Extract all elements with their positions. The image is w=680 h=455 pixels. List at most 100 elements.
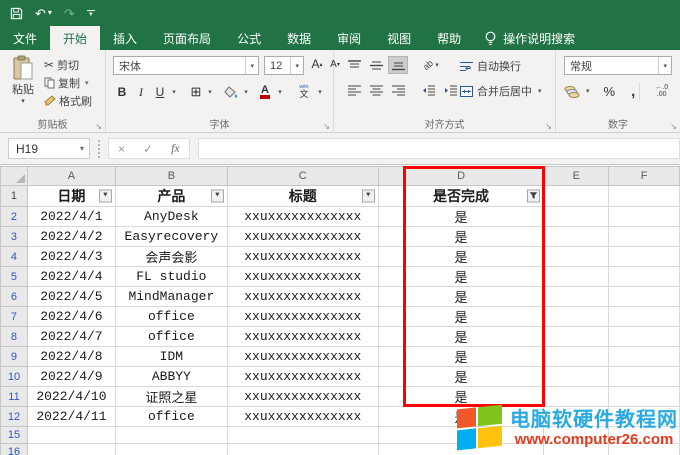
save-icon[interactable] — [10, 7, 23, 20]
font-size-combo[interactable]: 12 ▾ — [264, 56, 304, 75]
enter-button[interactable]: ✓ — [134, 142, 162, 156]
align-middle-button[interactable] — [366, 56, 386, 74]
italic-button[interactable]: I — [133, 82, 149, 102]
select-all-button[interactable] — [1, 167, 28, 186]
cell-empty[interactable] — [609, 267, 680, 287]
tab-视图[interactable]: 视图 — [374, 26, 424, 50]
phonetic-guide-button[interactable]: wén文 — [294, 82, 314, 102]
align-left-button[interactable] — [344, 81, 364, 99]
tab-审阅[interactable]: 审阅 — [324, 26, 374, 50]
cell-empty[interactable] — [609, 387, 680, 407]
cell-date[interactable]: 2022/4/6 — [27, 307, 115, 327]
cell-empty[interactable] — [609, 186, 680, 207]
cell-title[interactable]: xxuxxxxxxxxxxxx — [227, 267, 378, 287]
number-format-dropdown-icon[interactable]: ▾ — [658, 57, 671, 74]
merge-center-dropdown-icon[interactable]: ▾ — [538, 87, 542, 95]
cell-date[interactable]: 2022/4/1 — [27, 207, 115, 227]
cell-empty[interactable] — [544, 327, 609, 347]
cell-product[interactable]: 会声会影 — [115, 247, 227, 267]
accounting-format-button[interactable] — [564, 85, 580, 98]
cell-title[interactable]: xxuxxxxxxxxxxxx — [227, 387, 378, 407]
cell-empty[interactable] — [544, 347, 609, 367]
cell-product[interactable]: FL studio — [115, 267, 227, 287]
cell-empty[interactable] — [609, 307, 680, 327]
decrease-indent-button[interactable] — [418, 81, 438, 99]
undo-dropdown-icon[interactable]: ▾ — [48, 9, 52, 17]
row-number[interactable]: 10 — [1, 367, 28, 387]
align-top-button[interactable] — [344, 56, 364, 74]
cell-empty[interactable] — [544, 387, 609, 407]
row-number[interactable]: 12 — [1, 407, 28, 427]
font-color-dropdown-icon[interactable]: ▾ — [274, 82, 284, 102]
orientation-dropdown-icon[interactable]: ▾ — [435, 61, 439, 69]
cell-empty[interactable] — [115, 427, 227, 444]
underline-button[interactable]: U — [152, 82, 168, 102]
undo-button[interactable]: ↶▾ — [35, 7, 52, 20]
header-cell-title[interactable]: 标题 ▼ — [227, 186, 378, 207]
cell-empty[interactable] — [609, 207, 680, 227]
header-cell-product[interactable]: 产品 ▼ — [115, 186, 227, 207]
cell-title[interactable]: xxuxxxxxxxxxxxx — [227, 347, 378, 367]
cell-empty[interactable] — [115, 444, 227, 455]
filter-dropdown-product[interactable]: ▼ — [211, 190, 224, 203]
cell-empty[interactable] — [609, 327, 680, 347]
column-header-b[interactable]: B — [115, 167, 227, 186]
column-header-c[interactable]: C — [227, 167, 378, 186]
paste-button[interactable]: 粘贴 ▾ — [6, 55, 40, 105]
increase-indent-button[interactable] — [440, 81, 460, 99]
row-number[interactable]: 6 — [1, 287, 28, 307]
cell-empty[interactable] — [227, 427, 378, 444]
clipboard-dialog-launcher[interactable]: ↘ — [95, 122, 102, 131]
cell-product[interactable]: office — [115, 327, 227, 347]
copy-dropdown-icon[interactable]: ▾ — [85, 79, 89, 87]
tab-数据[interactable]: 数据 — [274, 26, 324, 50]
paste-dropdown-icon[interactable]: ▾ — [6, 97, 40, 105]
header-cell-date[interactable]: 日期 ▼ — [27, 186, 115, 207]
row-number[interactable]: 16 — [1, 444, 28, 455]
fill-color-button[interactable] — [222, 82, 240, 102]
font-name-combo[interactable]: 宋体 ▾ — [113, 56, 259, 75]
increase-decimal-button[interactable]: ←.0.00 — [655, 84, 668, 98]
alignment-dialog-launcher[interactable]: ↘ — [545, 122, 552, 131]
cell-product[interactable]: ABBYY — [115, 367, 227, 387]
wrap-text-button[interactable]: 自动换行 — [460, 58, 521, 74]
column-header-e[interactable]: E — [544, 167, 609, 186]
cell-empty[interactable] — [544, 186, 609, 207]
cell-empty[interactable] — [227, 444, 378, 455]
cancel-button[interactable]: × — [109, 142, 134, 156]
cell-title[interactable]: xxuxxxxxxxxxxxx — [227, 327, 378, 347]
tab-公式[interactable]: 公式 — [224, 26, 274, 50]
align-right-button[interactable] — [388, 81, 408, 99]
phonetic-dropdown-icon[interactable]: ▾ — [314, 82, 324, 102]
row-number[interactable]: 7 — [1, 307, 28, 327]
cell-product[interactable]: IDM — [115, 347, 227, 367]
filter-dropdown-title[interactable]: ▼ — [362, 190, 375, 203]
formula-input[interactable] — [198, 138, 680, 159]
number-dialog-launcher[interactable]: ↘ — [670, 122, 677, 131]
cell-empty[interactable] — [544, 307, 609, 327]
redo-button[interactable]: ↷ — [64, 7, 75, 20]
row-number[interactable]: 3 — [1, 227, 28, 247]
cell-empty[interactable] — [544, 227, 609, 247]
name-box-dropdown-icon[interactable]: ▾ — [75, 144, 89, 153]
font-name-dropdown-icon[interactable]: ▾ — [245, 57, 258, 74]
comma-style-button[interactable]: , — [631, 83, 635, 100]
cell-title[interactable]: xxuxxxxxxxxxxxx — [227, 367, 378, 387]
cell-title[interactable]: xxuxxxxxxxxxxxx — [227, 307, 378, 327]
borders-dropdown-icon[interactable]: ▾ — [204, 82, 214, 102]
fill-color-dropdown-icon[interactable]: ▾ — [240, 82, 250, 102]
cell-date[interactable]: 2022/4/11 — [27, 407, 115, 427]
accounting-dropdown-icon[interactable]: ▾ — [586, 87, 590, 95]
formula-bar-resize-handle[interactable] — [98, 140, 100, 158]
row-number[interactable]: 9 — [1, 347, 28, 367]
cell-empty[interactable] — [27, 427, 115, 444]
customize-quick-access-toolbar-button[interactable]: ▾ — [87, 10, 95, 17]
cell-empty[interactable] — [609, 347, 680, 367]
cell-title[interactable]: xxuxxxxxxxxxxxx — [227, 287, 378, 307]
row-number[interactable]: 11 — [1, 387, 28, 407]
row-number[interactable]: 2 — [1, 207, 28, 227]
cell-product[interactable]: AnyDesk — [115, 207, 227, 227]
increase-font-size-button[interactable]: A▴ — [308, 54, 326, 74]
align-center-button[interactable] — [366, 81, 386, 99]
cell-empty[interactable] — [609, 227, 680, 247]
